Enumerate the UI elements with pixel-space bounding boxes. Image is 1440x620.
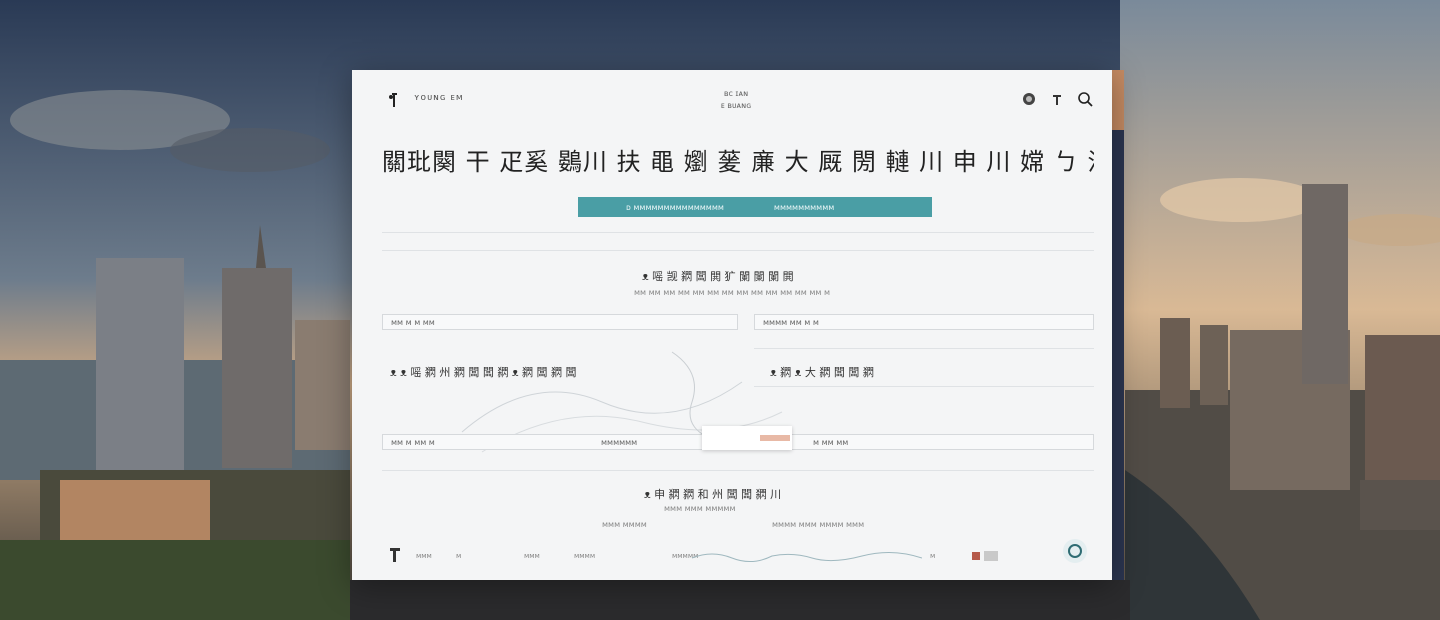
section2-field-right: ᴍ ᴍᴍ ᴍᴍ xyxy=(813,438,849,447)
section2-field-mid: ᴍᴍᴍᴍᴍᴍ xyxy=(601,438,638,447)
map-popup-bar xyxy=(760,435,790,441)
top-icon-group xyxy=(1020,90,1094,108)
tab-second[interactable]: ᴍᴍᴍᴍᴍᴍᴍᴍᴍᴍ xyxy=(774,203,834,212)
section3-subtitle-mid: ᴍᴍᴍ ᴍᴍᴍ ᴍᴍᴍᴍᴍ xyxy=(664,504,736,513)
tab-first[interactable]: ᴅ ᴍᴍᴍᴍᴍᴍᴍᴍᴍᴍᴍᴍᴍᴍᴍ xyxy=(578,203,724,212)
panel-edge-accent xyxy=(1112,70,1124,580)
section2-left-title: ᴥ ᴥ 嗂 閷 州 閷 闆 闆 閷 ᴥ 閷 闆 閷 闆 xyxy=(390,366,577,379)
web-page-panel: ʏᴏᴜɴɢ ᴇᴍ ʙᴄ ɪᴀɴ ᴇ ʙᴜᴀɴɢ 關玭闋 干 疋奚 鷃川 扶 黽 … xyxy=(352,70,1112,580)
section2-right-title: ᴥ 閷 ᴥ 大 閷 闆 闆 閷 xyxy=(770,366,874,379)
divider xyxy=(754,386,1094,387)
section3-subtitle-left: ᴍᴍᴍ ᴍᴍᴍᴍ xyxy=(602,520,647,529)
footer-figure-icon xyxy=(384,544,406,570)
divider xyxy=(754,348,1094,349)
figure-icon[interactable] xyxy=(1048,90,1066,108)
divider xyxy=(382,232,1094,233)
map-popup[interactable] xyxy=(702,426,792,450)
divider xyxy=(382,470,1094,471)
footer-item[interactable]: ᴍᴍᴍ xyxy=(524,552,540,560)
footer-item[interactable]: ᴍᴍᴍ xyxy=(416,552,432,560)
footer-item[interactable]: ᴍᴍᴍᴍ xyxy=(574,552,595,560)
section2-field-left: ᴍᴍ ᴍ ᴍᴍ ᴍ xyxy=(391,438,435,447)
section3-title: ᴥ 申 閷 閷 和 州 闆 闆 閷 川 xyxy=(644,488,782,501)
section1-title: ᴥ 嗂 觊 閷 闆 閧 犷 闌 闌 闌 閧 xyxy=(642,270,794,283)
section3-subtitle-right: ᴍᴍᴍᴍ ᴍᴍᴍ ᴍᴍᴍᴍ ᴍᴍᴍ xyxy=(772,520,865,529)
footer-sparkline xyxy=(692,552,922,562)
section1-subtitle: ᴍᴍ ᴍᴍ ᴍᴍ ᴍᴍ ᴍᴍ ᴍᴍ ᴍᴍ ᴍᴍ ᴍᴍ ᴍᴍ ᴍᴍ ᴍᴍ ᴍᴍ ᴍ xyxy=(634,288,831,297)
top-center-label: ʙᴄ ɪᴀɴ ᴇ ʙᴜᴀɴɢ xyxy=(716,88,756,112)
top-center-line2: ᴇ ʙᴜᴀɴɢ xyxy=(720,101,752,110)
section1-left-field[interactable]: ᴍᴍ ᴍ ᴍ ᴍᴍ xyxy=(382,314,738,330)
badge-icon[interactable] xyxy=(1020,90,1038,108)
footer-item[interactable]: ᴍ xyxy=(930,552,935,560)
section1-right-field[interactable]: ᴍᴍᴍᴍ ᴍᴍ ᴍ ᴍ xyxy=(754,314,1094,330)
footer-flag-icon xyxy=(972,548,1000,567)
search-icon[interactable] xyxy=(1076,90,1094,108)
top-center-line1: ʙᴄ ɪᴀɴ xyxy=(723,89,749,98)
chat-icon[interactable] xyxy=(1062,538,1088,564)
page-headline: 關玭闋 干 疋奚 鷃川 扶 黽 嬼 蓌 亷 大 厩 閍 轋 川 申 川 嫦 ㄅ … xyxy=(382,148,1094,176)
brand-name[interactable]: ʏᴏᴜɴɢ ᴇᴍ xyxy=(414,93,464,103)
footer-item[interactable]: ᴍ xyxy=(456,552,461,560)
tab-bar: ᴅ ᴍᴍᴍᴍᴍᴍᴍᴍᴍᴍᴍᴍᴍᴍᴍ ᴍᴍᴍᴍᴍᴍᴍᴍᴍᴍ xyxy=(578,197,932,217)
logo-figure-icon[interactable] xyxy=(384,90,404,110)
top-bar: ʏᴏᴜɴɢ ᴇᴍ ʙᴄ ɪᴀɴ ᴇ ʙᴜᴀɴɢ xyxy=(352,88,1112,112)
footer-strip: ᴍᴍᴍ ᴍ ᴍᴍᴍ ᴍᴍᴍᴍ ᴍᴍᴍᴍᴍ ᴍ xyxy=(352,538,1112,580)
divider xyxy=(382,250,1094,251)
